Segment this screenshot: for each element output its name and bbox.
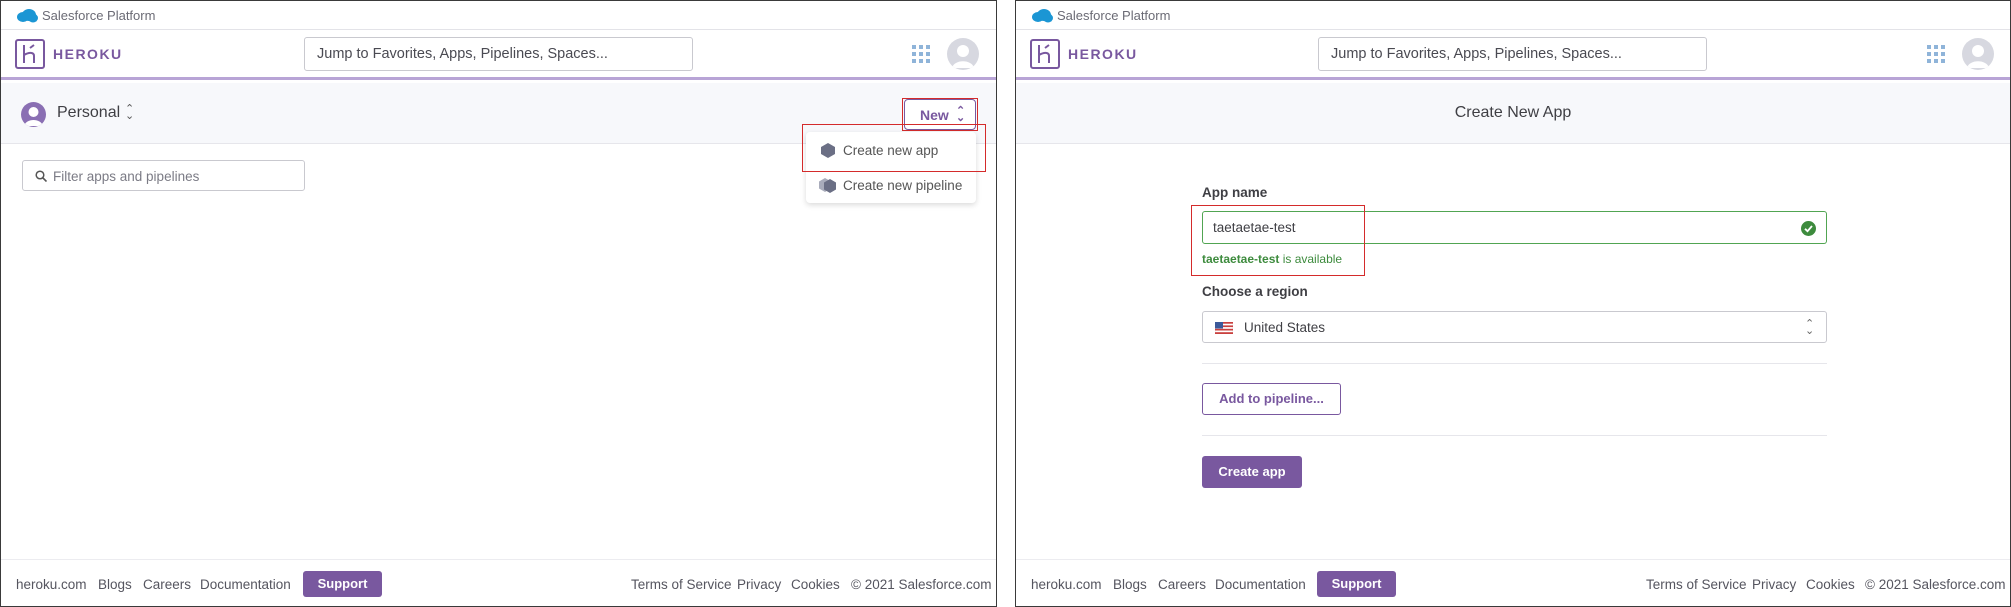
menu-item-create-new-pipeline[interactable]: Create new pipeline bbox=[806, 168, 976, 203]
salesforce-platform-bar: Salesforce Platform bbox=[1016, 1, 2010, 30]
create-app-button[interactable]: Create app bbox=[1202, 456, 1302, 488]
page-title: Create New App bbox=[1454, 104, 1572, 121]
search-icon bbox=[35, 170, 47, 182]
left-screenshot-panel: Salesforce Platform HEROKU Jump to Favor… bbox=[0, 0, 997, 607]
apps-grid-icon[interactable] bbox=[1926, 44, 1946, 64]
heroku-wordmark: HEROKU bbox=[53, 46, 123, 62]
global-search-input[interactable] bbox=[1318, 37, 1707, 71]
region-select[interactable]: United States ⌃ ⌄ bbox=[1202, 311, 1827, 343]
filter-apps-field[interactable] bbox=[22, 160, 305, 191]
form-divider bbox=[1202, 435, 1827, 436]
footer-link-privacy[interactable]: Privacy bbox=[737, 577, 781, 592]
heroku-k-icon bbox=[23, 44, 35, 63]
global-search-input[interactable] bbox=[304, 37, 693, 71]
footer-link-blogs[interactable]: Blogs bbox=[98, 577, 132, 592]
region-selected-value: United States bbox=[1244, 320, 1326, 335]
app-name-label: App name bbox=[1202, 185, 1268, 200]
pipeline-icon bbox=[819, 178, 836, 193]
apps-grid-icon[interactable] bbox=[911, 44, 931, 64]
salesforce-platform-label: Salesforce Platform bbox=[1057, 8, 1171, 23]
heroku-wordmark: HEROKU bbox=[1068, 46, 1138, 62]
footer-link-terms[interactable]: Terms of Service bbox=[1646, 577, 1747, 592]
salesforce-platform-label: Salesforce Platform bbox=[42, 8, 156, 23]
heroku-k-icon bbox=[1038, 44, 1050, 63]
footer-link-heroku[interactable]: heroku.com bbox=[1031, 577, 1102, 592]
salesforce-cloud-icon bbox=[17, 9, 38, 23]
page-title-bar: Create New App bbox=[1016, 83, 2010, 144]
us-flag-icon bbox=[1215, 322, 1233, 334]
form-divider bbox=[1202, 363, 1827, 364]
menu-item-label: Create new pipeline bbox=[843, 178, 963, 193]
footer-link-heroku[interactable]: heroku.com bbox=[16, 577, 87, 592]
footer-link-documentation[interactable]: Documentation bbox=[1215, 577, 1306, 592]
heroku-logo[interactable] bbox=[1030, 39, 1060, 69]
check-circle-icon bbox=[1801, 221, 1816, 236]
salesforce-cloud-icon bbox=[1032, 9, 1053, 23]
account-switcher-label[interactable]: Personal bbox=[57, 104, 120, 122]
footer-link-privacy[interactable]: Privacy bbox=[1752, 577, 1796, 592]
app-name-highlight-box bbox=[1191, 205, 1365, 276]
page-footer: heroku.com Blogs Careers Documentation S… bbox=[1016, 559, 2010, 606]
heroku-logo[interactable] bbox=[15, 39, 45, 69]
page-footer: heroku.com Blogs Careers Documentation S… bbox=[1, 559, 996, 606]
person-icon bbox=[24, 107, 43, 126]
salesforce-platform-bar: Salesforce Platform bbox=[1, 1, 996, 30]
support-button[interactable]: Support bbox=[1317, 571, 1396, 597]
footer-link-careers[interactable]: Careers bbox=[1158, 577, 1206, 592]
heroku-header: HEROKU bbox=[1016, 30, 2010, 80]
footer-link-careers[interactable]: Careers bbox=[143, 577, 191, 592]
footer-link-documentation[interactable]: Documentation bbox=[200, 577, 291, 592]
heroku-header: HEROKU bbox=[1, 30, 996, 80]
filter-apps-input[interactable] bbox=[53, 166, 293, 186]
user-avatar-icon bbox=[952, 45, 974, 68]
user-avatar[interactable] bbox=[1962, 38, 1994, 70]
region-label: Choose a region bbox=[1202, 284, 1308, 299]
personal-account-avatar[interactable] bbox=[21, 102, 46, 127]
add-to-pipeline-button[interactable]: Add to pipeline... bbox=[1202, 383, 1341, 415]
select-chevron-icon: ⌃ ⌄ bbox=[1805, 318, 1815, 337]
availability-check bbox=[1789, 211, 1827, 244]
footer-link-terms[interactable]: Terms of Service bbox=[631, 577, 732, 592]
footer-link-blogs[interactable]: Blogs bbox=[1113, 577, 1147, 592]
support-button[interactable]: Support bbox=[303, 571, 382, 597]
footer-link-cookies[interactable]: Cookies bbox=[1806, 577, 1855, 592]
create-app-highlight-box bbox=[802, 124, 986, 172]
footer-copyright: © 2021 Salesforce.com bbox=[851, 577, 992, 592]
right-screenshot-panel: Salesforce Platform HEROKU Create New Ap… bbox=[1015, 0, 2011, 607]
footer-copyright: © 2021 Salesforce.com bbox=[1865, 577, 2006, 592]
account-switcher-chevron-icon[interactable]: ⌃ ⌄ bbox=[125, 104, 134, 122]
user-avatar-icon bbox=[1967, 45, 1989, 68]
footer-link-cookies[interactable]: Cookies bbox=[791, 577, 840, 592]
user-avatar[interactable] bbox=[947, 38, 979, 70]
